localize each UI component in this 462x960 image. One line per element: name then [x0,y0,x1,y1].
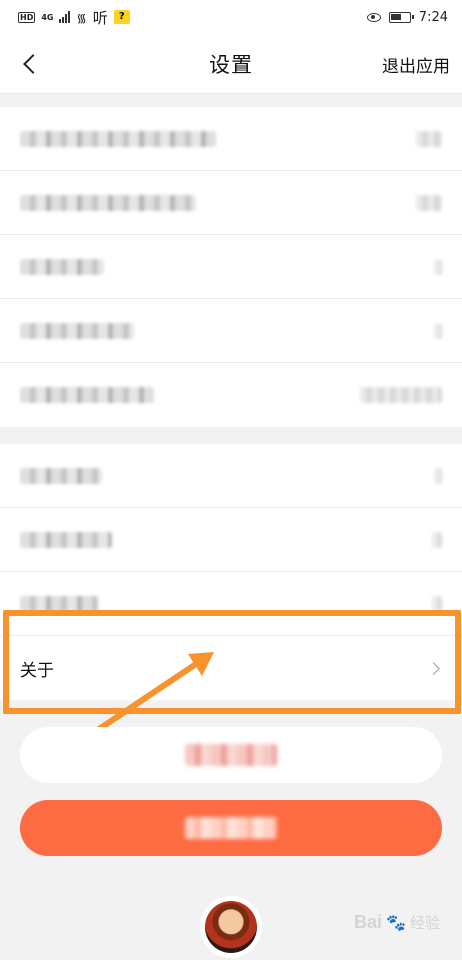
status-bar: HD 4G ᯾ 听 ? 7:24 [0,0,462,34]
list-item[interactable] [0,235,462,299]
notification-app-icon: ? [113,10,130,24]
primary-button[interactable] [20,800,442,856]
blurred-label [20,322,134,339]
watermark: Bai 🐾 经验 [354,912,440,933]
watermark-suffix: 经验 [409,915,440,932]
blurred-value [434,323,442,339]
signal-icon [59,11,71,23]
avatar[interactable] [200,896,262,958]
settings-group-1 [0,107,462,427]
about-row[interactable]: 关于 [0,636,462,700]
battery-icon [388,11,414,23]
blurred-value [432,596,442,612]
app-icon: 听 [92,8,108,27]
blurred-label [20,595,98,612]
blurred-button-label [185,817,277,839]
blurred-value [434,259,442,275]
watermark-brand: Bai [354,912,383,932]
status-time: 7:24 [418,9,448,25]
list-item[interactable] [0,107,462,171]
blurred-value [432,532,442,548]
secondary-button[interactable] [20,727,442,783]
blurred-label [20,130,216,147]
blurred-value [360,387,442,403]
blurred-value [416,195,442,211]
list-item[interactable] [0,444,462,508]
blurred-button-label [185,744,277,766]
blurred-label [20,387,154,403]
blurred-label [20,194,196,211]
list-item[interactable] [0,572,462,636]
page-title: 设置 [209,52,253,77]
list-item[interactable] [0,171,462,235]
hd-icon: HD [18,11,36,23]
header: 设置 退出应用 [0,34,462,94]
blurred-value [434,468,442,484]
list-item[interactable] [0,508,462,572]
list-item[interactable] [0,363,462,427]
network-type: 4G [41,12,54,22]
avatar-image [205,901,257,953]
wifi-icon: ᯾ [76,10,87,25]
back-icon[interactable] [18,50,46,78]
about-label: 关于 [20,660,54,681]
blurred-value [416,131,442,147]
blurred-label [20,467,102,484]
exit-app-button[interactable]: 退出应用 [382,52,450,77]
list-item[interactable] [0,299,462,363]
paw-icon: 🐾 [386,914,406,932]
blurred-label [20,258,104,275]
eye-icon [366,12,381,22]
settings-group-2: 关于 [0,444,462,700]
chevron-right-icon [427,662,440,675]
blurred-label [20,531,112,548]
